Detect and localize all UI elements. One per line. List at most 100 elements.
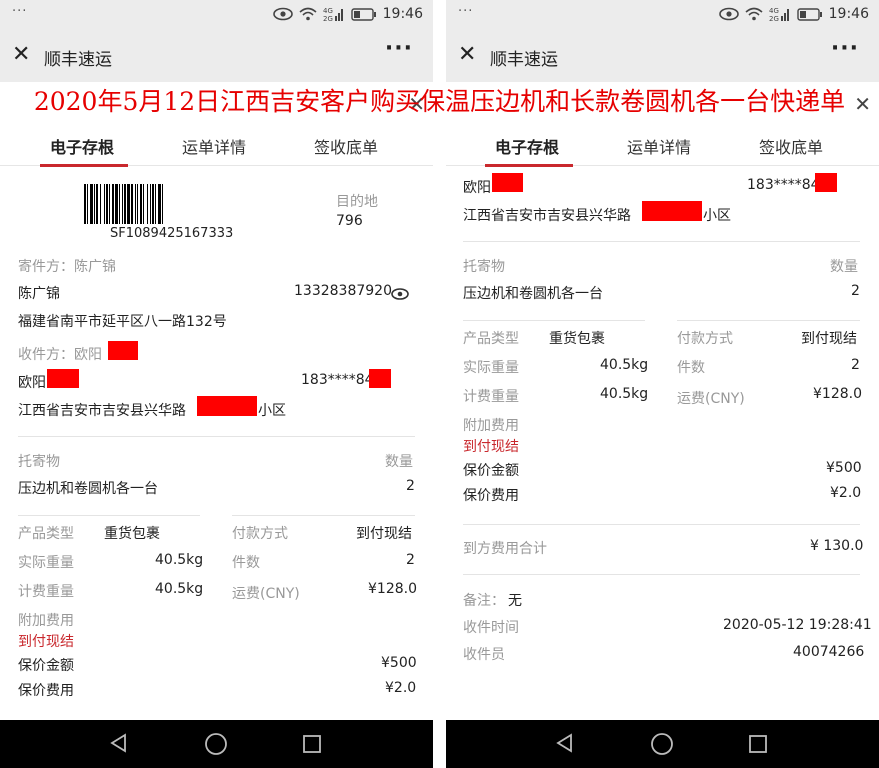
quantity-label: 数量 [385,454,413,470]
pieces-value: 2 [406,552,415,568]
app-title-bar: ✕ 顺丰速运 ··· [446,30,879,82]
close-icon[interactable]: ✕ [12,44,30,66]
recent-apps-icon[interactable] [302,734,322,758]
extra-fee-label: 附加费用 [463,418,519,434]
total-value: ¥ 130.0 [810,538,864,554]
tab-electronic-stub[interactable]: 电子存根 [50,134,114,158]
svg-text:4G: 4G [769,7,779,15]
signal-icon: 4G 2G [769,6,791,22]
insurance-fee-label: 保价费用 [463,488,519,504]
status-time: 19:46 [828,6,869,22]
tab-bar: ✕ 电子存根 运单详情 签收底单 [446,92,879,167]
home-icon[interactable] [650,732,674,760]
divider [463,524,860,525]
product-type-value: 重货包裹 [549,331,605,347]
signal-icon: 4G 2G [323,6,345,22]
courier-label: 收件员 [463,647,505,663]
receiver-phone: 183****84 [747,177,820,193]
overlay-caption: 2020年5月12日江西吉安客户购买保温压边机和长款卷圆机各一台快递单 [33,87,846,116]
active-tab-indicator [485,164,573,167]
redaction-block [369,369,391,388]
receiver-address-prefix: 江西省吉安市吉安县兴华路 [463,208,631,224]
tab-receipt[interactable]: 签收底单 [314,134,378,158]
divider [677,320,860,321]
recent-apps-icon[interactable] [748,734,768,758]
divider [463,320,645,321]
sender-phone: 13328387920 [294,283,392,299]
destination-label: 目的地 [336,194,378,210]
redaction-block [108,341,138,360]
svg-text:2G: 2G [323,15,333,22]
receiver-phone: 183****84 [301,372,374,388]
tab-receipt[interactable]: 签收底单 [759,134,823,158]
insured-amount-label: 保价金额 [463,463,519,479]
eye-icon[interactable] [391,285,409,304]
svg-text:2G: 2G [769,15,779,22]
received-time-value: 2020-05-12 19:28:41 [723,617,872,633]
barcode-bar [163,184,165,224]
divider [18,436,415,437]
tab-bar: ✕ 电子存根 运单详情 签收底单 [0,92,433,167]
total-label: 到方费用合计 [463,541,547,557]
payment-label: 付款方式 [677,331,733,347]
receiver-address-prefix: 江西省吉安市吉安县兴华路 [18,403,186,419]
home-icon[interactable] [204,732,228,760]
redaction-block [815,173,837,192]
more-menu-icon[interactable]: ··· [831,36,859,61]
received-time-label: 收件时间 [463,620,519,636]
remark-label: 备注： [463,593,505,609]
sender-name: 陈广锦 [18,286,60,302]
consignment-qty: 2 [406,478,415,494]
extra-fee-value: 到付现结 [463,439,519,455]
redaction-block [47,369,79,388]
close-icon[interactable]: ✕ [458,44,476,66]
wifi-icon [745,7,763,21]
redaction-block [492,173,523,192]
payment-value: 到付现结 [801,331,857,347]
insured-amount-label: 保价金额 [18,658,74,674]
actual-weight-label: 实际重量 [463,360,519,376]
redaction-block [197,396,257,416]
eye-icon [272,7,293,21]
android-nav-bar [0,720,433,768]
insurance-fee-value: ¥2.0 [385,680,417,696]
consignment-item: 压边机和卷圆机各一台 [463,286,603,302]
divider [18,515,200,516]
status-dots: ··· [12,4,28,19]
back-icon[interactable] [108,732,130,758]
consignment-label: 托寄物 [463,259,505,275]
barcode-image [84,184,165,224]
status-bar: ··· 4G 2G 19:46 [446,0,879,30]
sender-address: 福建省南平市延平区八一路132号 [18,314,227,330]
tab-waybill-details[interactable]: 运单详情 [627,134,691,158]
quantity-label: 数量 [830,259,858,275]
active-tab-indicator [40,164,128,167]
consignment-item: 压边机和卷圆机各一台 [18,481,158,497]
actual-weight-label: 实际重量 [18,555,74,571]
extra-fee-label: 附加费用 [18,613,74,629]
extra-fee-value: 到付现结 [18,634,74,650]
payment-label: 付款方式 [232,526,288,542]
tab-electronic-stub[interactable]: 电子存根 [495,134,559,158]
receiver-name: 欧阳 [463,180,491,196]
status-bar: ··· 4G 2G 19:46 [0,0,433,30]
insured-amount-value: ¥500 [381,655,417,671]
more-menu-icon[interactable]: ··· [385,36,413,61]
consignment-qty: 2 [851,283,860,299]
insurance-fee-label: 保价费用 [18,683,74,699]
tab-waybill-details[interactable]: 运单详情 [182,134,246,158]
android-nav-bar [446,720,879,768]
wifi-icon [299,7,317,21]
back-icon[interactable] [554,732,576,758]
billed-weight-label: 计费重量 [463,389,519,405]
divider [463,574,860,575]
status-time: 19:46 [382,6,423,22]
freight-label: 运费(CNY) [232,586,300,602]
billed-weight-value: 40.5kg [155,581,204,597]
receiver-label: 收件方：欧阳 [18,347,102,363]
pieces-label: 件数 [677,360,705,376]
destination-code: 796 [336,213,363,229]
screenshot-stage: ··· 4G 2G 19:46 ✕ 顺丰速运 ··· ✕ 电子存根 运单详情 签… [0,0,879,768]
actual-weight-value: 40.5kg [600,357,649,373]
freight-value: ¥128.0 [813,386,862,402]
